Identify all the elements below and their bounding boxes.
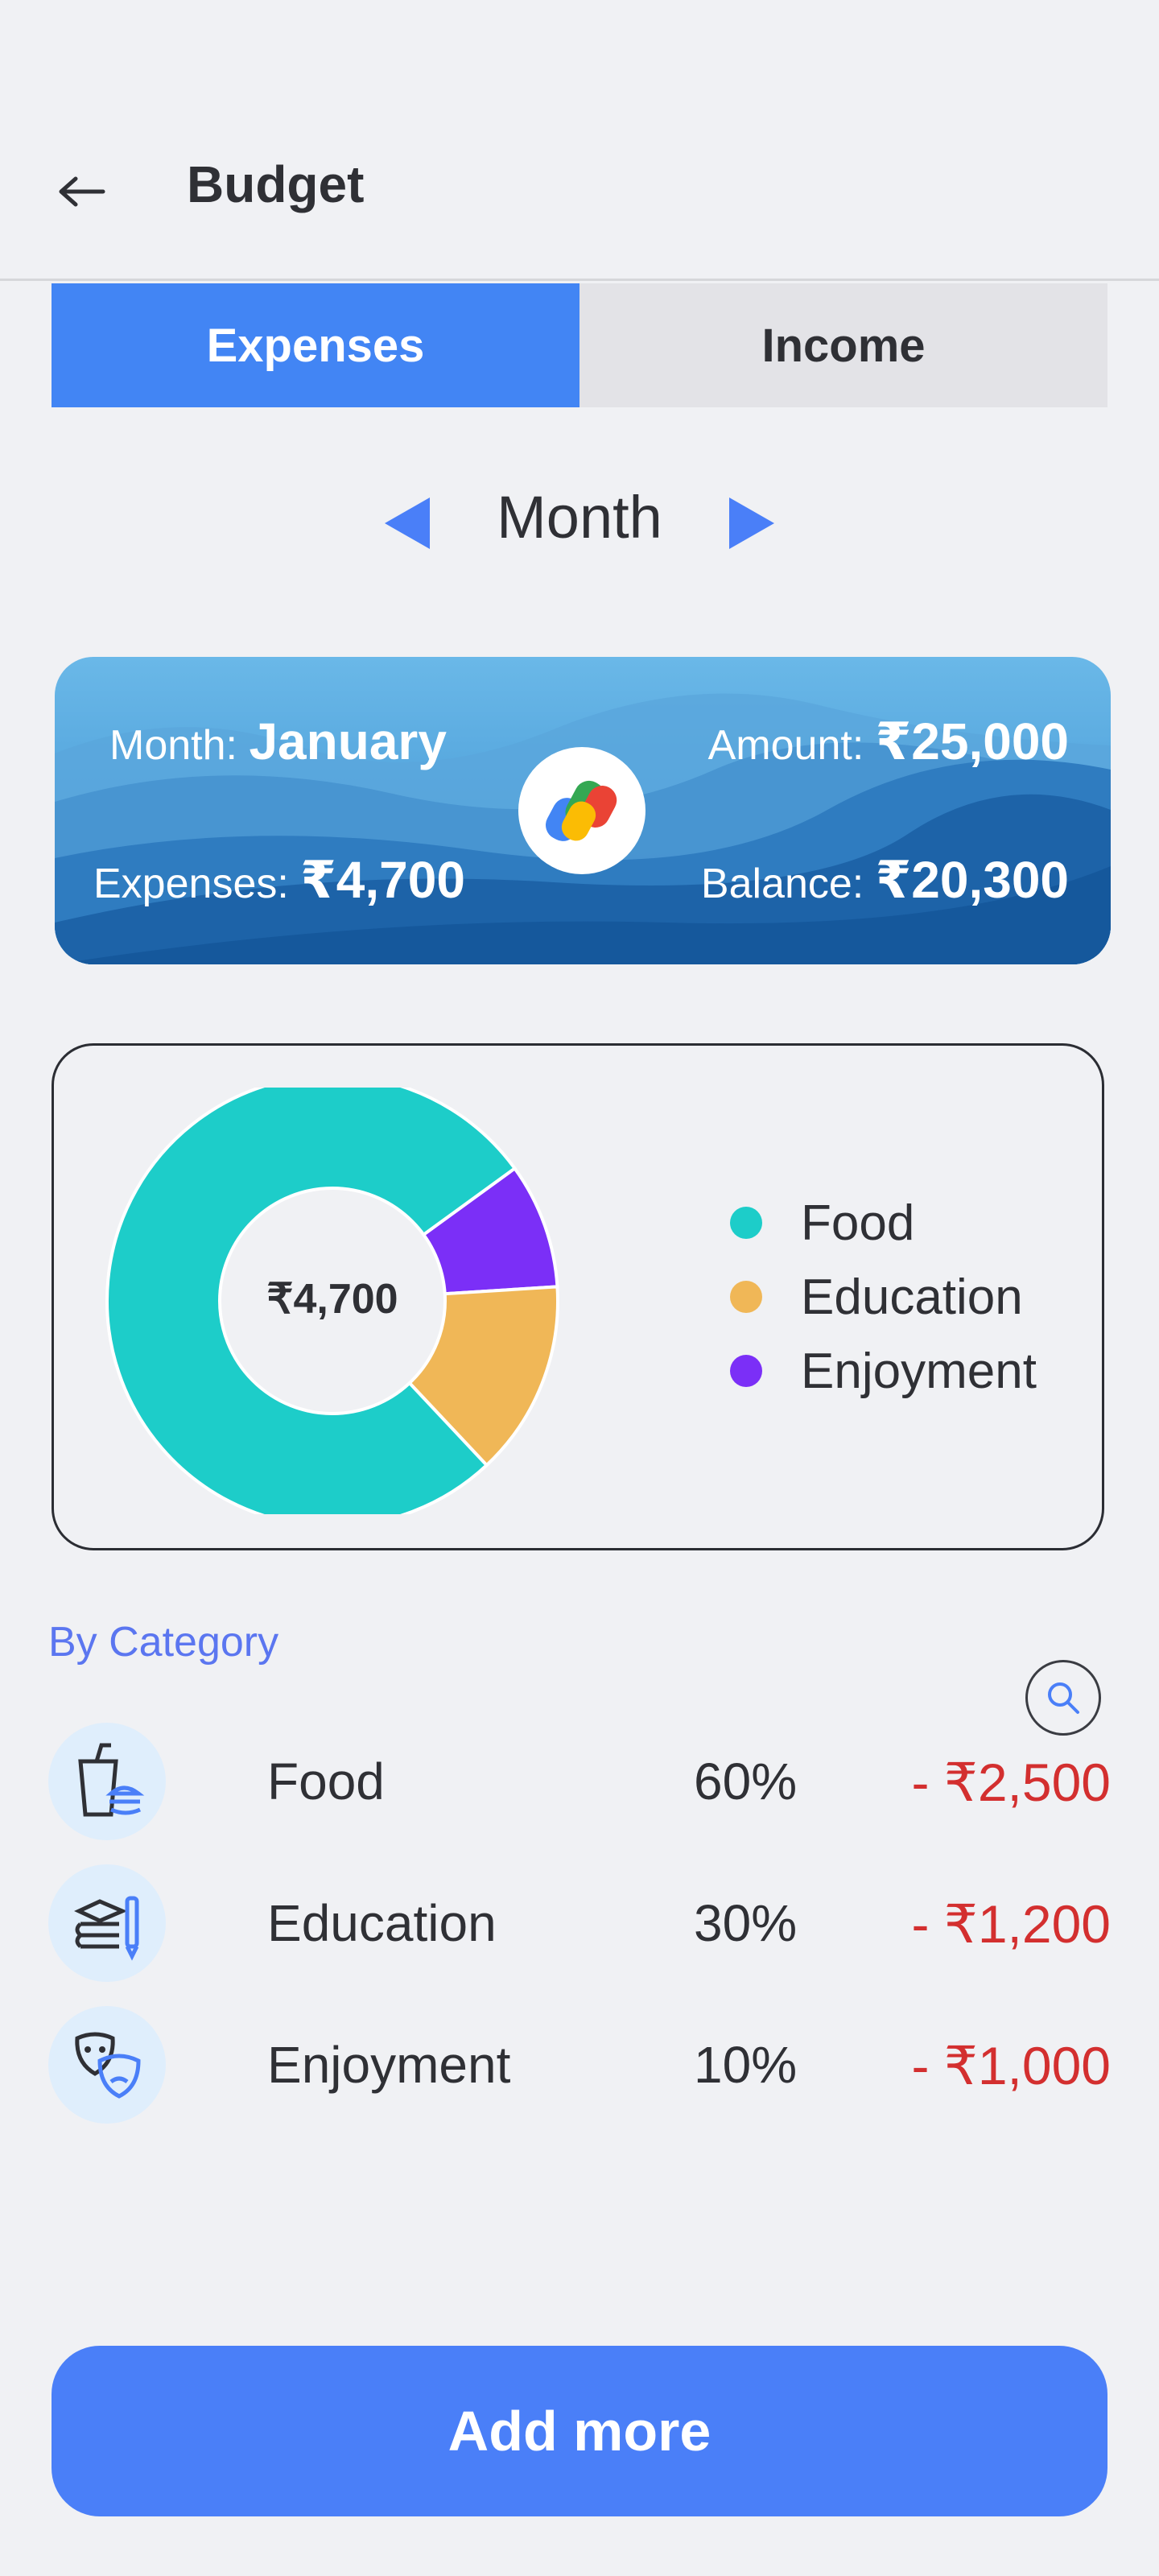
legend-label: Education xyxy=(801,1269,1023,1325)
category-name: Education xyxy=(267,1894,497,1952)
triangle-left-icon xyxy=(385,497,430,549)
donut-chart: ₹4,700 xyxy=(105,1088,559,1514)
search-icon xyxy=(1048,1682,1079,1714)
category-amount: - ₹1,000 xyxy=(911,2036,1111,2095)
month-value: January xyxy=(249,712,447,770)
balance-summary: Balance: ₹20,300 xyxy=(701,850,1069,910)
expenses-value: ₹4,700 xyxy=(300,851,465,909)
month-label: Month: xyxy=(109,722,237,769)
legend-dot-food xyxy=(730,1207,762,1239)
google-pay-logo-icon xyxy=(518,747,645,874)
category-percent: 60% xyxy=(694,1752,798,1810)
category-amount: - ₹1,200 xyxy=(911,1894,1111,1954)
arrow-left-icon xyxy=(59,176,105,207)
page-title: Budget xyxy=(187,155,365,213)
previous-period-button[interactable] xyxy=(385,497,433,549)
legend-item-enjoyment: Enjoyment xyxy=(730,1339,1037,1403)
category-percent: 10% xyxy=(694,2036,798,2094)
legend-item-food: Food xyxy=(730,1191,914,1255)
month-summary: Month: January xyxy=(109,712,447,771)
theater-masks-icon xyxy=(48,2006,166,2124)
amount-label: Amount: xyxy=(707,722,864,769)
by-category-heading: By Category xyxy=(48,1619,279,1666)
legend-dot-education xyxy=(730,1281,762,1313)
amount-summary: Amount: ₹25,000 xyxy=(708,712,1069,772)
expenses-summary: Expenses: ₹4,700 xyxy=(93,850,465,910)
balance-label: Balance: xyxy=(700,861,864,907)
category-row-education[interactable]: Education 30% - ₹1,200 xyxy=(48,1864,1111,1985)
amount-value: ₹25,000 xyxy=(875,712,1069,770)
period-label: Month xyxy=(497,484,662,551)
legend-label: Food xyxy=(801,1195,915,1251)
category-row-food[interactable]: Food 60% - ₹2,500 xyxy=(48,1723,1111,1843)
category-name: Food xyxy=(267,1752,385,1810)
category-name: Enjoyment xyxy=(267,2036,511,2094)
expense-chart-card: ₹4,700 Food Education Enjoyment xyxy=(52,1043,1104,1550)
legend-item-education: Education xyxy=(730,1265,1023,1329)
books-icon xyxy=(48,1864,166,1982)
tab-income[interactable]: Income xyxy=(580,283,1107,407)
category-row-enjoyment[interactable]: Enjoyment 10% - ₹1,000 xyxy=(48,2006,1111,2127)
donut-center-label: ₹4,700 xyxy=(266,1276,398,1323)
category-amount: - ₹2,500 xyxy=(911,1752,1111,1812)
summary-card: Month: January Amount: ₹25,000 Expenses:… xyxy=(55,657,1111,964)
category-percent: 30% xyxy=(694,1894,798,1952)
back-button[interactable] xyxy=(48,158,116,225)
expenses-label: Expenses: xyxy=(93,861,289,907)
balance-value: ₹20,300 xyxy=(875,851,1069,909)
tab-expenses[interactable]: Expenses xyxy=(52,283,580,407)
next-period-button[interactable] xyxy=(726,497,774,549)
legend-dot-enjoyment xyxy=(730,1355,762,1387)
add-more-button[interactable]: Add more xyxy=(52,2346,1107,2516)
app-header xyxy=(0,0,1159,281)
food-drink-icon xyxy=(48,1723,166,1840)
legend-label: Enjoyment xyxy=(801,1343,1037,1399)
triangle-right-icon xyxy=(729,497,774,549)
